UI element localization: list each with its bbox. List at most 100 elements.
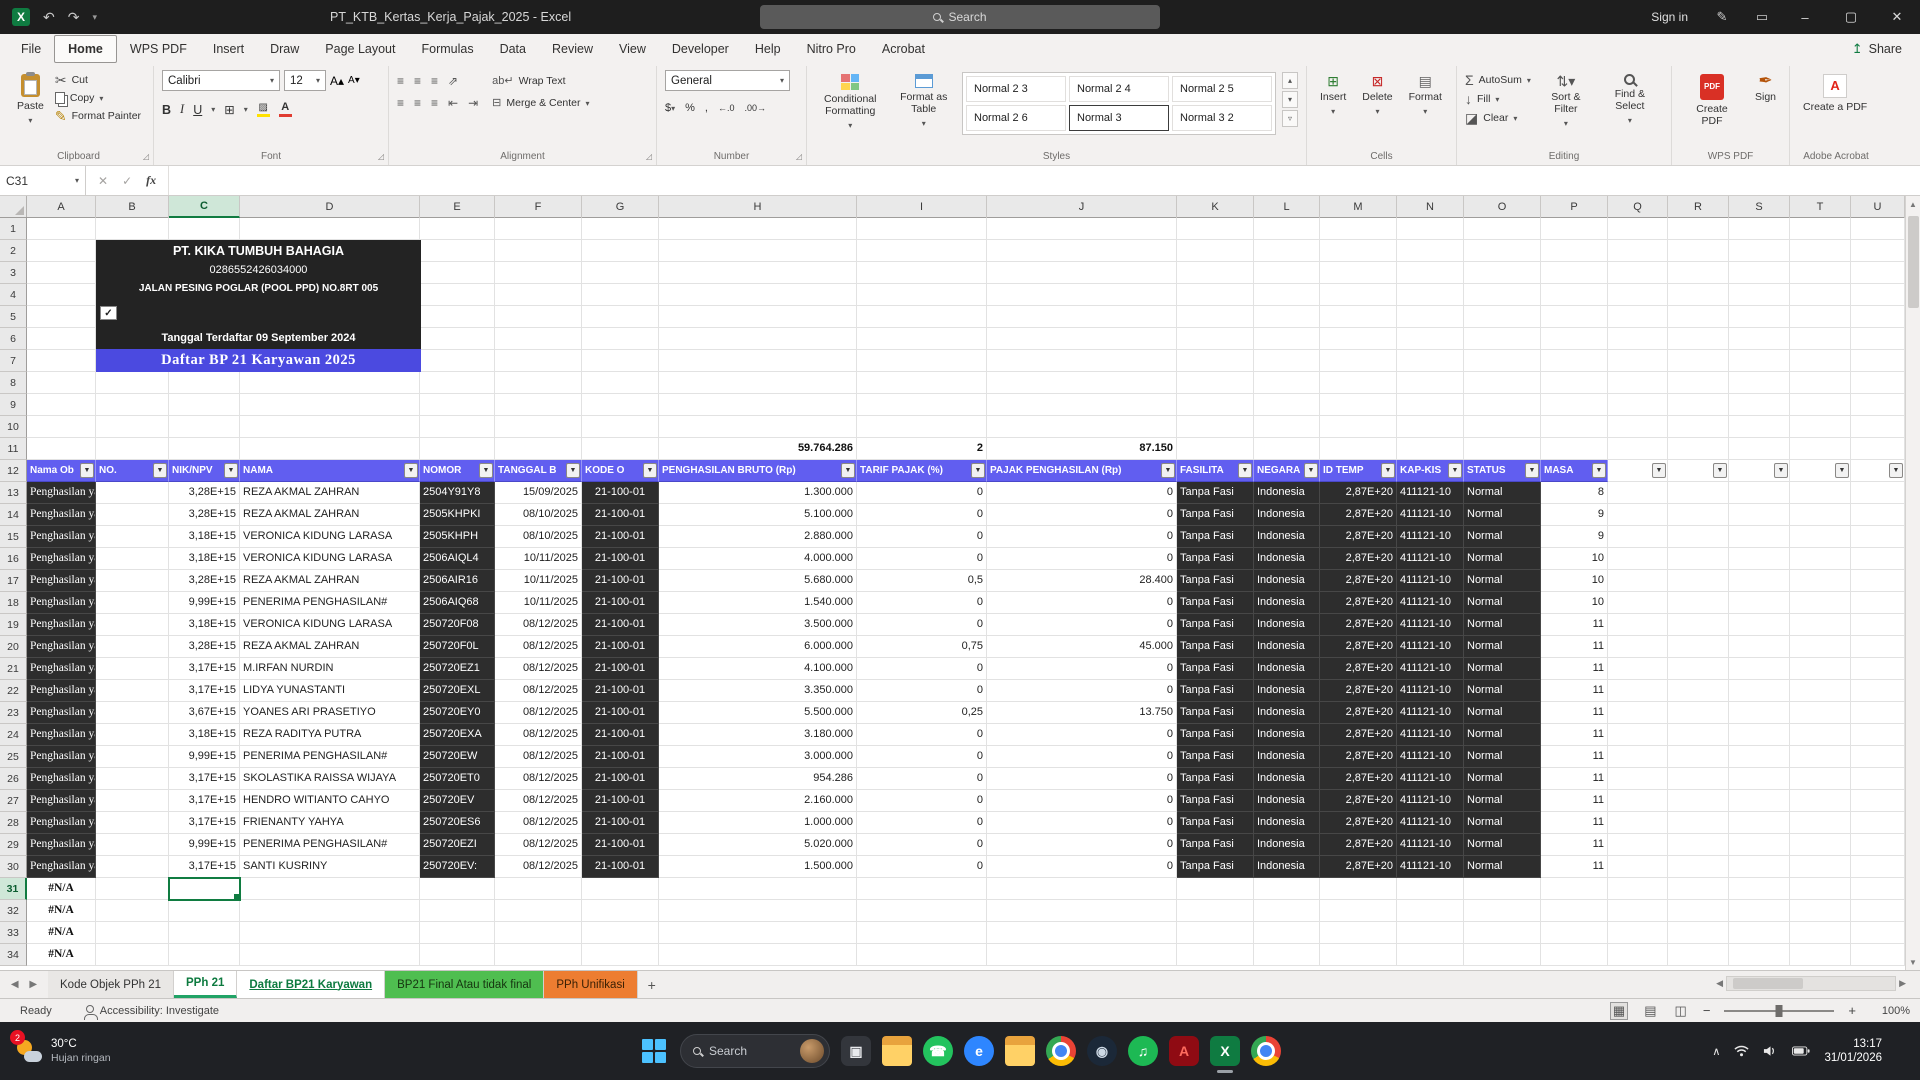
cell-A29[interactable]: Penghasilan yang diter	[27, 834, 96, 856]
cell-N1[interactable]	[1397, 218, 1464, 240]
cell-G25[interactable]: 21-100-01	[582, 746, 659, 768]
cell-E30[interactable]: 250720EV:	[420, 856, 495, 878]
zoom-out-icon[interactable]: −	[1703, 1003, 1711, 1018]
cell-B29[interactable]	[96, 834, 169, 856]
cell-F11[interactable]	[495, 438, 582, 460]
cell-T8[interactable]	[1790, 372, 1851, 394]
cell-O24[interactable]: Normal	[1464, 724, 1541, 746]
cell-U26[interactable]	[1851, 768, 1905, 790]
cell-C26[interactable]: 3,17E+15	[169, 768, 240, 790]
cell-L19[interactable]: Indonesia	[1254, 614, 1320, 636]
cell-E32[interactable]	[420, 900, 495, 922]
cell-H14[interactable]: 5.100.000	[659, 504, 857, 526]
cell-L27[interactable]: Indonesia	[1254, 790, 1320, 812]
cell-K30[interactable]: Tanpa Fasi	[1177, 856, 1254, 878]
taskbar-search-box[interactable]: Search	[680, 1034, 830, 1068]
cell-H11[interactable]: 59.764.286	[659, 438, 857, 460]
cell-D8[interactable]	[240, 372, 420, 394]
cell-B10[interactable]	[96, 416, 169, 438]
cell-P7[interactable]	[1541, 350, 1608, 372]
cell-R23[interactable]	[1668, 702, 1729, 724]
undo-icon[interactable]: ↶	[43, 9, 55, 26]
cell-U23[interactable]	[1851, 702, 1905, 724]
cell-J4[interactable]	[987, 284, 1177, 306]
cell-Q27[interactable]	[1608, 790, 1668, 812]
cell-L8[interactable]	[1254, 372, 1320, 394]
sheet-tab-daftar-bp21-karyawan[interactable]: Daftar BP21 Karyawan	[237, 971, 385, 998]
row-header-28[interactable]: 28	[0, 812, 27, 834]
cell-O13[interactable]: Normal	[1464, 482, 1541, 504]
cell-P21[interactable]: 11	[1541, 658, 1608, 680]
cell-J12[interactable]: PAJAK PENGHASILAN (Rp)▼	[987, 460, 1177, 482]
cell-R11[interactable]	[1668, 438, 1729, 460]
cell-I7[interactable]	[857, 350, 987, 372]
cell-F31[interactable]	[495, 878, 582, 900]
taskbar-icon-edge[interactable]: e	[964, 1036, 994, 1066]
filter-button-U[interactable]: ▼	[1889, 463, 1903, 478]
accessibility-status[interactable]: Accessibility: Investigate	[86, 1005, 219, 1017]
taskbar-icon-whatsapp[interactable]: ☎	[923, 1036, 953, 1066]
cell-Q7[interactable]	[1608, 350, 1668, 372]
cell-Q32[interactable]	[1608, 900, 1668, 922]
cell-I1[interactable]	[857, 218, 987, 240]
cell-E2[interactable]	[420, 240, 495, 262]
cell-R34[interactable]	[1668, 944, 1729, 966]
cell-Q19[interactable]	[1608, 614, 1668, 636]
cell-S32[interactable]	[1729, 900, 1790, 922]
cell-K5[interactable]	[1177, 306, 1254, 328]
cell-O14[interactable]: Normal	[1464, 504, 1541, 526]
cell-M15[interactable]: 2,87E+20	[1320, 526, 1397, 548]
fill-button[interactable]: ↓Fill▾	[1465, 92, 1531, 106]
cell-A27[interactable]: Penghasilan yang diter	[27, 790, 96, 812]
cell-H25[interactable]: 3.000.000	[659, 746, 857, 768]
cell-M21[interactable]: 2,87E+20	[1320, 658, 1397, 680]
cell-R5[interactable]	[1668, 306, 1729, 328]
cell-T20[interactable]	[1790, 636, 1851, 658]
cell-U12[interactable]: ▼	[1851, 460, 1905, 482]
cell-I4[interactable]	[857, 284, 987, 306]
cell-A34[interactable]: #N/A	[27, 944, 96, 966]
cell-N23[interactable]: 411121-10	[1397, 702, 1464, 724]
cell-P9[interactable]	[1541, 394, 1608, 416]
filter-button-Q[interactable]: ▼	[1652, 463, 1666, 478]
cell-I30[interactable]: 0	[857, 856, 987, 878]
title-search-box[interactable]: Search	[760, 5, 1160, 29]
filter-button-G[interactable]: ▼	[643, 463, 657, 478]
filter-button-J[interactable]: ▼	[1161, 463, 1175, 478]
cell-R20[interactable]	[1668, 636, 1729, 658]
cell-H24[interactable]: 3.180.000	[659, 724, 857, 746]
cell-P18[interactable]: 10	[1541, 592, 1608, 614]
cell-C22[interactable]: 3,17E+15	[169, 680, 240, 702]
scroll-down-icon[interactable]: ▼	[1909, 954, 1917, 970]
gallery-down-icon[interactable]: ▾	[1282, 91, 1298, 108]
cell-J6[interactable]	[987, 328, 1177, 350]
cell-G3[interactable]	[582, 262, 659, 284]
cell-G23[interactable]: 21-100-01	[582, 702, 659, 724]
cell-U19[interactable]	[1851, 614, 1905, 636]
cell-B17[interactable]	[96, 570, 169, 592]
cell-T2[interactable]	[1790, 240, 1851, 262]
cell-U32[interactable]	[1851, 900, 1905, 922]
cell-L7[interactable]	[1254, 350, 1320, 372]
row-header-11[interactable]: 11	[0, 438, 27, 460]
cell-F6[interactable]	[495, 328, 582, 350]
cell-I10[interactable]	[857, 416, 987, 438]
cell-R10[interactable]	[1668, 416, 1729, 438]
cell-L31[interactable]	[1254, 878, 1320, 900]
gallery-up-icon[interactable]: ▴	[1282, 72, 1298, 89]
cell-T18[interactable]	[1790, 592, 1851, 614]
cell-N7[interactable]	[1397, 350, 1464, 372]
cell-H21[interactable]: 4.100.000	[659, 658, 857, 680]
cell-L25[interactable]: Indonesia	[1254, 746, 1320, 768]
cell-K34[interactable]	[1177, 944, 1254, 966]
cell-E23[interactable]: 250720EY0	[420, 702, 495, 724]
cell-M12[interactable]: ID TEMP▼	[1320, 460, 1397, 482]
cell-P4[interactable]	[1541, 284, 1608, 306]
cell-E10[interactable]	[420, 416, 495, 438]
cell-C19[interactable]: 3,18E+15	[169, 614, 240, 636]
cell-L33[interactable]	[1254, 922, 1320, 944]
cell-C24[interactable]: 3,18E+15	[169, 724, 240, 746]
cell-O19[interactable]: Normal	[1464, 614, 1541, 636]
cell-T34[interactable]	[1790, 944, 1851, 966]
cell-J27[interactable]: 0	[987, 790, 1177, 812]
